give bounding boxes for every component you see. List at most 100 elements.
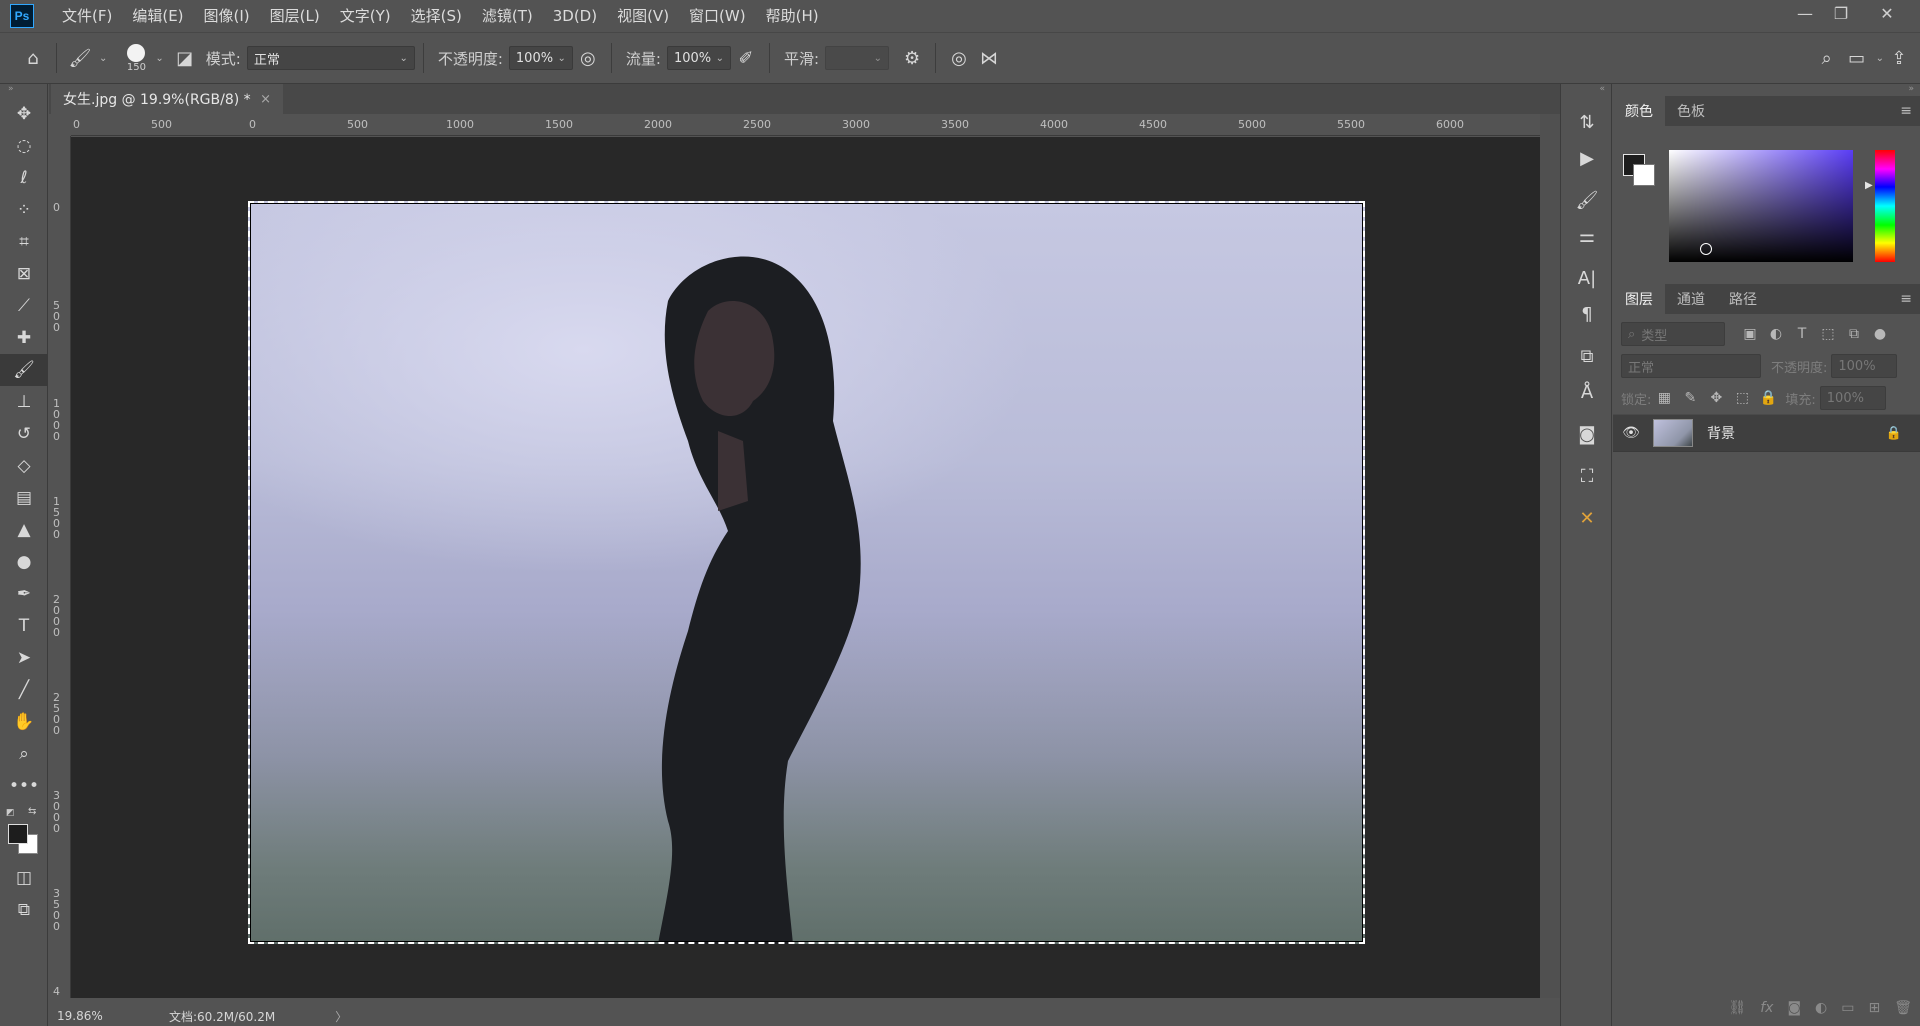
healing-brush-tool-icon[interactable]: ✚ [0,322,48,354]
symmetry-icon[interactable]: ⋈ [974,43,1004,73]
more-tools-icon[interactable]: ••• [0,770,48,802]
pressure-opacity-icon[interactable]: ◎ [573,43,603,73]
collapse-panels-icon[interactable]: « [1561,84,1611,104]
tab-swatches[interactable]: 色板 [1665,96,1717,126]
document-tab[interactable]: 女生.jpg @ 19.9%(RGB/8) * × [51,84,283,114]
menu-type[interactable]: 文字(Y) [330,0,401,32]
adjustments-icon[interactable]: ⚌ [1561,218,1613,254]
brushes-icon[interactable]: 🖌 [1561,182,1613,218]
foreground-color-swatch[interactable] [8,824,28,844]
tab-color[interactable]: 颜色 [1613,96,1665,126]
paragraph-icon[interactable]: ¶ [1561,296,1613,332]
shape-filter-icon[interactable]: ⬚ [1815,326,1841,342]
opacity-input[interactable]: 100% ⌄ [508,46,573,70]
collapse-dock-icon[interactable]: » [1613,84,1920,96]
link-layers-icon[interactable]: ⛓ [1728,1000,1746,1016]
hand-tool-icon[interactable]: ✋ [0,706,48,738]
color-picker-cursor[interactable] [1700,243,1712,255]
portrait-icon[interactable]: ⛶ [1561,458,1613,494]
frame-tool-icon[interactable]: ⊠ [0,258,48,290]
layer-filter-select[interactable]: ⌕ 类型 [1621,322,1725,346]
lock-transparency-icon[interactable]: ▦ [1651,390,1677,406]
lock-position-icon[interactable]: ✥ [1703,390,1729,406]
smart-object-filter-icon[interactable]: ⧉ [1841,326,1867,342]
airbrush-icon[interactable]: ✐ [731,43,761,73]
collapse-toolbar-icon[interactable]: » [0,84,47,98]
path-selection-tool-icon[interactable]: ➤ [0,642,48,674]
adjustment-layer-icon[interactable]: ◐ [1815,1000,1827,1016]
share-icon[interactable]: ⇪ [1884,43,1914,73]
quick-mask-icon[interactable]: ◫ [0,862,48,894]
brush-settings-icon[interactable]: ◪ [170,43,200,73]
default-colors-icon[interactable]: ◩ [6,808,15,818]
screen-mode-icon[interactable]: ⧉ [0,894,48,926]
move-tool-icon[interactable]: ✥ [0,98,48,130]
menu-view[interactable]: 视图(V) [607,0,679,32]
quick-selection-tool-icon[interactable]: ⁘ [0,194,48,226]
background-color-swatch[interactable] [1633,164,1655,186]
crop-tool-icon[interactable]: ⌗ [0,226,48,258]
vertical-ruler[interactable]: 0 5 0 0 1 0 0 0 1 5 0 0 2 0 0 0 2 5 0 0 … [49,136,71,998]
new-group-icon[interactable]: ▭ [1841,1000,1854,1016]
tab-layers[interactable]: 图层 [1613,284,1665,314]
menu-filter[interactable]: 滤镜(T) [472,0,543,32]
pen-tool-icon[interactable]: ✒ [0,578,48,610]
lock-pixels-icon[interactable]: ✎ [1677,390,1703,406]
add-mask-icon[interactable]: ◙ [1787,1000,1801,1016]
type-tool-icon[interactable]: T [0,610,48,642]
ruler-origin[interactable] [49,114,71,136]
character-icon[interactable]: A| [1561,260,1613,296]
home-icon[interactable]: ⌂ [18,43,48,73]
delete-layer-icon[interactable]: 🗑 [1894,1000,1912,1016]
character-styles-icon[interactable]: Å [1561,374,1613,410]
marquee-tool-icon[interactable]: ◌ [0,130,48,162]
menu-help[interactable]: 帮助(H) [756,0,829,32]
chevron-down-icon[interactable]: ⌄ [1876,53,1884,64]
horizontal-ruler[interactable]: 0 500 0 500 1000 1500 2000 2500 3000 350… [71,114,1540,136]
menu-select[interactable]: 选择(S) [401,0,472,32]
lasso-tool-icon[interactable]: ℓ [0,162,48,194]
restore-button[interactable]: ❐ [1820,0,1862,26]
layer-row[interactable]: 👁 背景 🔒 [1613,414,1920,452]
brush-tool-icon[interactable]: 🖌 [0,354,48,386]
new-layer-icon[interactable]: ⊞ [1868,1000,1880,1016]
camera-icon[interactable]: ◙ [1561,416,1613,452]
brush-size-picker[interactable]: 150 [121,43,151,73]
close-tab-icon[interactable]: × [260,92,271,107]
line-tool-icon[interactable]: ╱ [0,674,48,706]
status-menu-icon[interactable]: 〉 [335,1008,347,1025]
image-filter-icon[interactable]: ▣ [1737,326,1763,342]
panel-menu-icon[interactable]: ≡ [1900,284,1912,314]
type-filter-icon[interactable]: T [1789,326,1815,342]
hue-slider-handle-icon[interactable]: ▶ [1865,180,1873,191]
close-window-button[interactable]: ✕ [1866,0,1908,26]
actions-play-icon[interactable]: ▶ [1561,140,1613,176]
history-brush-tool-icon[interactable]: ↺ [0,418,48,450]
chevron-down-icon[interactable]: ⌄ [99,53,107,64]
menu-window[interactable]: 窗口(W) [679,0,756,32]
swap-colors-icon[interactable]: ⇆ [28,806,36,817]
paragraph-styles-icon[interactable]: ⧉ [1561,338,1613,374]
adjustment-filter-icon[interactable]: ◐ [1763,326,1789,342]
menu-file[interactable]: 文件(F) [52,0,122,32]
eraser-tool-icon[interactable]: ◇ [0,450,48,482]
eye-icon[interactable]: 👁 [1617,425,1645,441]
eyedropper-tool-icon[interactable]: ⟋ [0,290,48,322]
gradient-tool-icon[interactable]: ▤ [0,482,48,514]
layer-name[interactable]: 背景 [1707,423,1735,443]
menu-3d[interactable]: 3D(D) [543,0,607,32]
smoothing-input[interactable]: ⌄ [825,46,890,70]
brush-preset-icon[interactable]: 🖌 [65,43,95,73]
tools-cross-icon[interactable]: ✕ [1561,500,1613,536]
history-icon[interactable]: ⇅ [1561,104,1613,140]
flow-input[interactable]: 100% ⌄ [666,46,731,70]
layer-style-icon[interactable]: fx [1760,1000,1773,1016]
filter-toggle-icon[interactable]: ● [1867,326,1893,342]
clone-stamp-tool-icon[interactable]: ⊥ [0,386,48,418]
gear-icon[interactable]: ⚙ [897,43,927,73]
menu-layer[interactable]: 图层(L) [260,0,330,32]
menu-edit[interactable]: 编辑(E) [122,0,193,32]
dodge-tool-icon[interactable]: ● [0,546,48,578]
search-icon[interactable]: ⌕ [1812,43,1842,73]
workspace-icon[interactable]: ▭ [1842,43,1872,73]
